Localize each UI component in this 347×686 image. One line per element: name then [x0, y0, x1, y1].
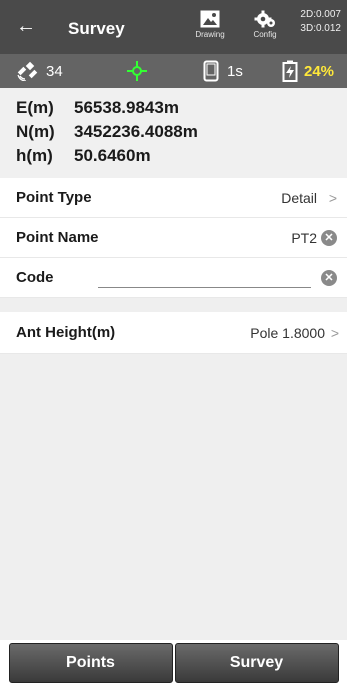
coordinate-panel: E(m) 56538.9843m N(m) 3452236.4088m h(m)…	[0, 88, 347, 178]
coord-label: E(m)	[16, 98, 54, 117]
clear-icon[interactable]: ✕	[321, 230, 337, 246]
survey-button[interactable]: Survey	[174, 643, 339, 683]
page-title: Survey	[68, 19, 125, 38]
points-button[interactable]: Points	[8, 643, 173, 683]
point-type-value: Detail	[281, 189, 317, 206]
antenna-height-row[interactable]: Ant Height(m) Pole 1.8000 >	[0, 312, 347, 354]
coord-value: 56538.9843m	[74, 98, 179, 117]
point-form: Point Type Detail > Point Name PT2 ✕ Cod…	[0, 178, 347, 298]
config-button[interactable]: Config	[243, 10, 287, 39]
drawing-label: Drawing	[195, 30, 225, 39]
point-name-row: Point Name PT2 ✕	[0, 218, 347, 258]
device-icon	[203, 60, 219, 82]
antenna-height-label: Ant Height(m)	[16, 324, 116, 341]
code-label: Code	[16, 269, 54, 286]
battery-charging-icon	[282, 60, 298, 82]
point-name-input[interactable]: PT2	[291, 230, 317, 246]
section-divider	[0, 298, 347, 312]
coord-height: h(m) 50.6460m	[16, 144, 347, 168]
coord-label: h(m)	[16, 146, 53, 165]
antenna-height-value: Pole 1.8000	[250, 324, 325, 341]
satellite-status[interactable]: 34	[16, 60, 63, 82]
drawing-image-icon	[200, 10, 220, 28]
interval-value: 1s	[227, 62, 243, 80]
config-label: Config	[253, 30, 277, 39]
app-bar: ← Survey Drawing Config 2D:0.007 3D:0.01…	[0, 0, 347, 54]
coord-value: 50.6460m	[74, 146, 151, 165]
battery-status: 24%	[282, 60, 334, 82]
bottom-action-bar: Points Survey	[0, 640, 347, 686]
satellite-icon	[17, 61, 38, 81]
coord-value: 3452236.4088m	[74, 122, 198, 141]
precision-2d: 2D:0.007	[300, 9, 341, 20]
point-type-row[interactable]: Point Type Detail >	[0, 178, 347, 218]
record-interval[interactable]: 1s	[203, 60, 243, 82]
satellite-count: 34	[46, 62, 63, 80]
coord-easting: E(m) 56538.9843m	[16, 96, 347, 120]
point-type-label: Point Type	[16, 189, 92, 206]
point-name-label: Point Name	[16, 229, 99, 246]
precision-3d: 3D:0.012	[300, 23, 341, 34]
back-arrow-icon[interactable]: ←	[16, 14, 36, 38]
coord-label: N(m)	[16, 122, 55, 141]
code-row: Code ✕	[0, 258, 347, 298]
battery-level: 24%	[304, 62, 335, 80]
status-bar: 34 1s 24%	[0, 54, 347, 88]
drawing-button[interactable]: Drawing	[188, 10, 232, 39]
precision-readout: 2D:0.007 3D:0.012	[300, 8, 341, 36]
code-input[interactable]	[98, 270, 311, 288]
chevron-right-icon: >	[328, 189, 337, 206]
crosshair-icon	[127, 61, 147, 81]
clear-icon[interactable]: ✕	[321, 270, 337, 286]
fix-status[interactable]	[126, 60, 148, 82]
chevron-right-icon: >	[330, 324, 339, 341]
coord-northing: N(m) 3452236.4088m	[16, 120, 347, 144]
gear-icon	[254, 10, 275, 28]
